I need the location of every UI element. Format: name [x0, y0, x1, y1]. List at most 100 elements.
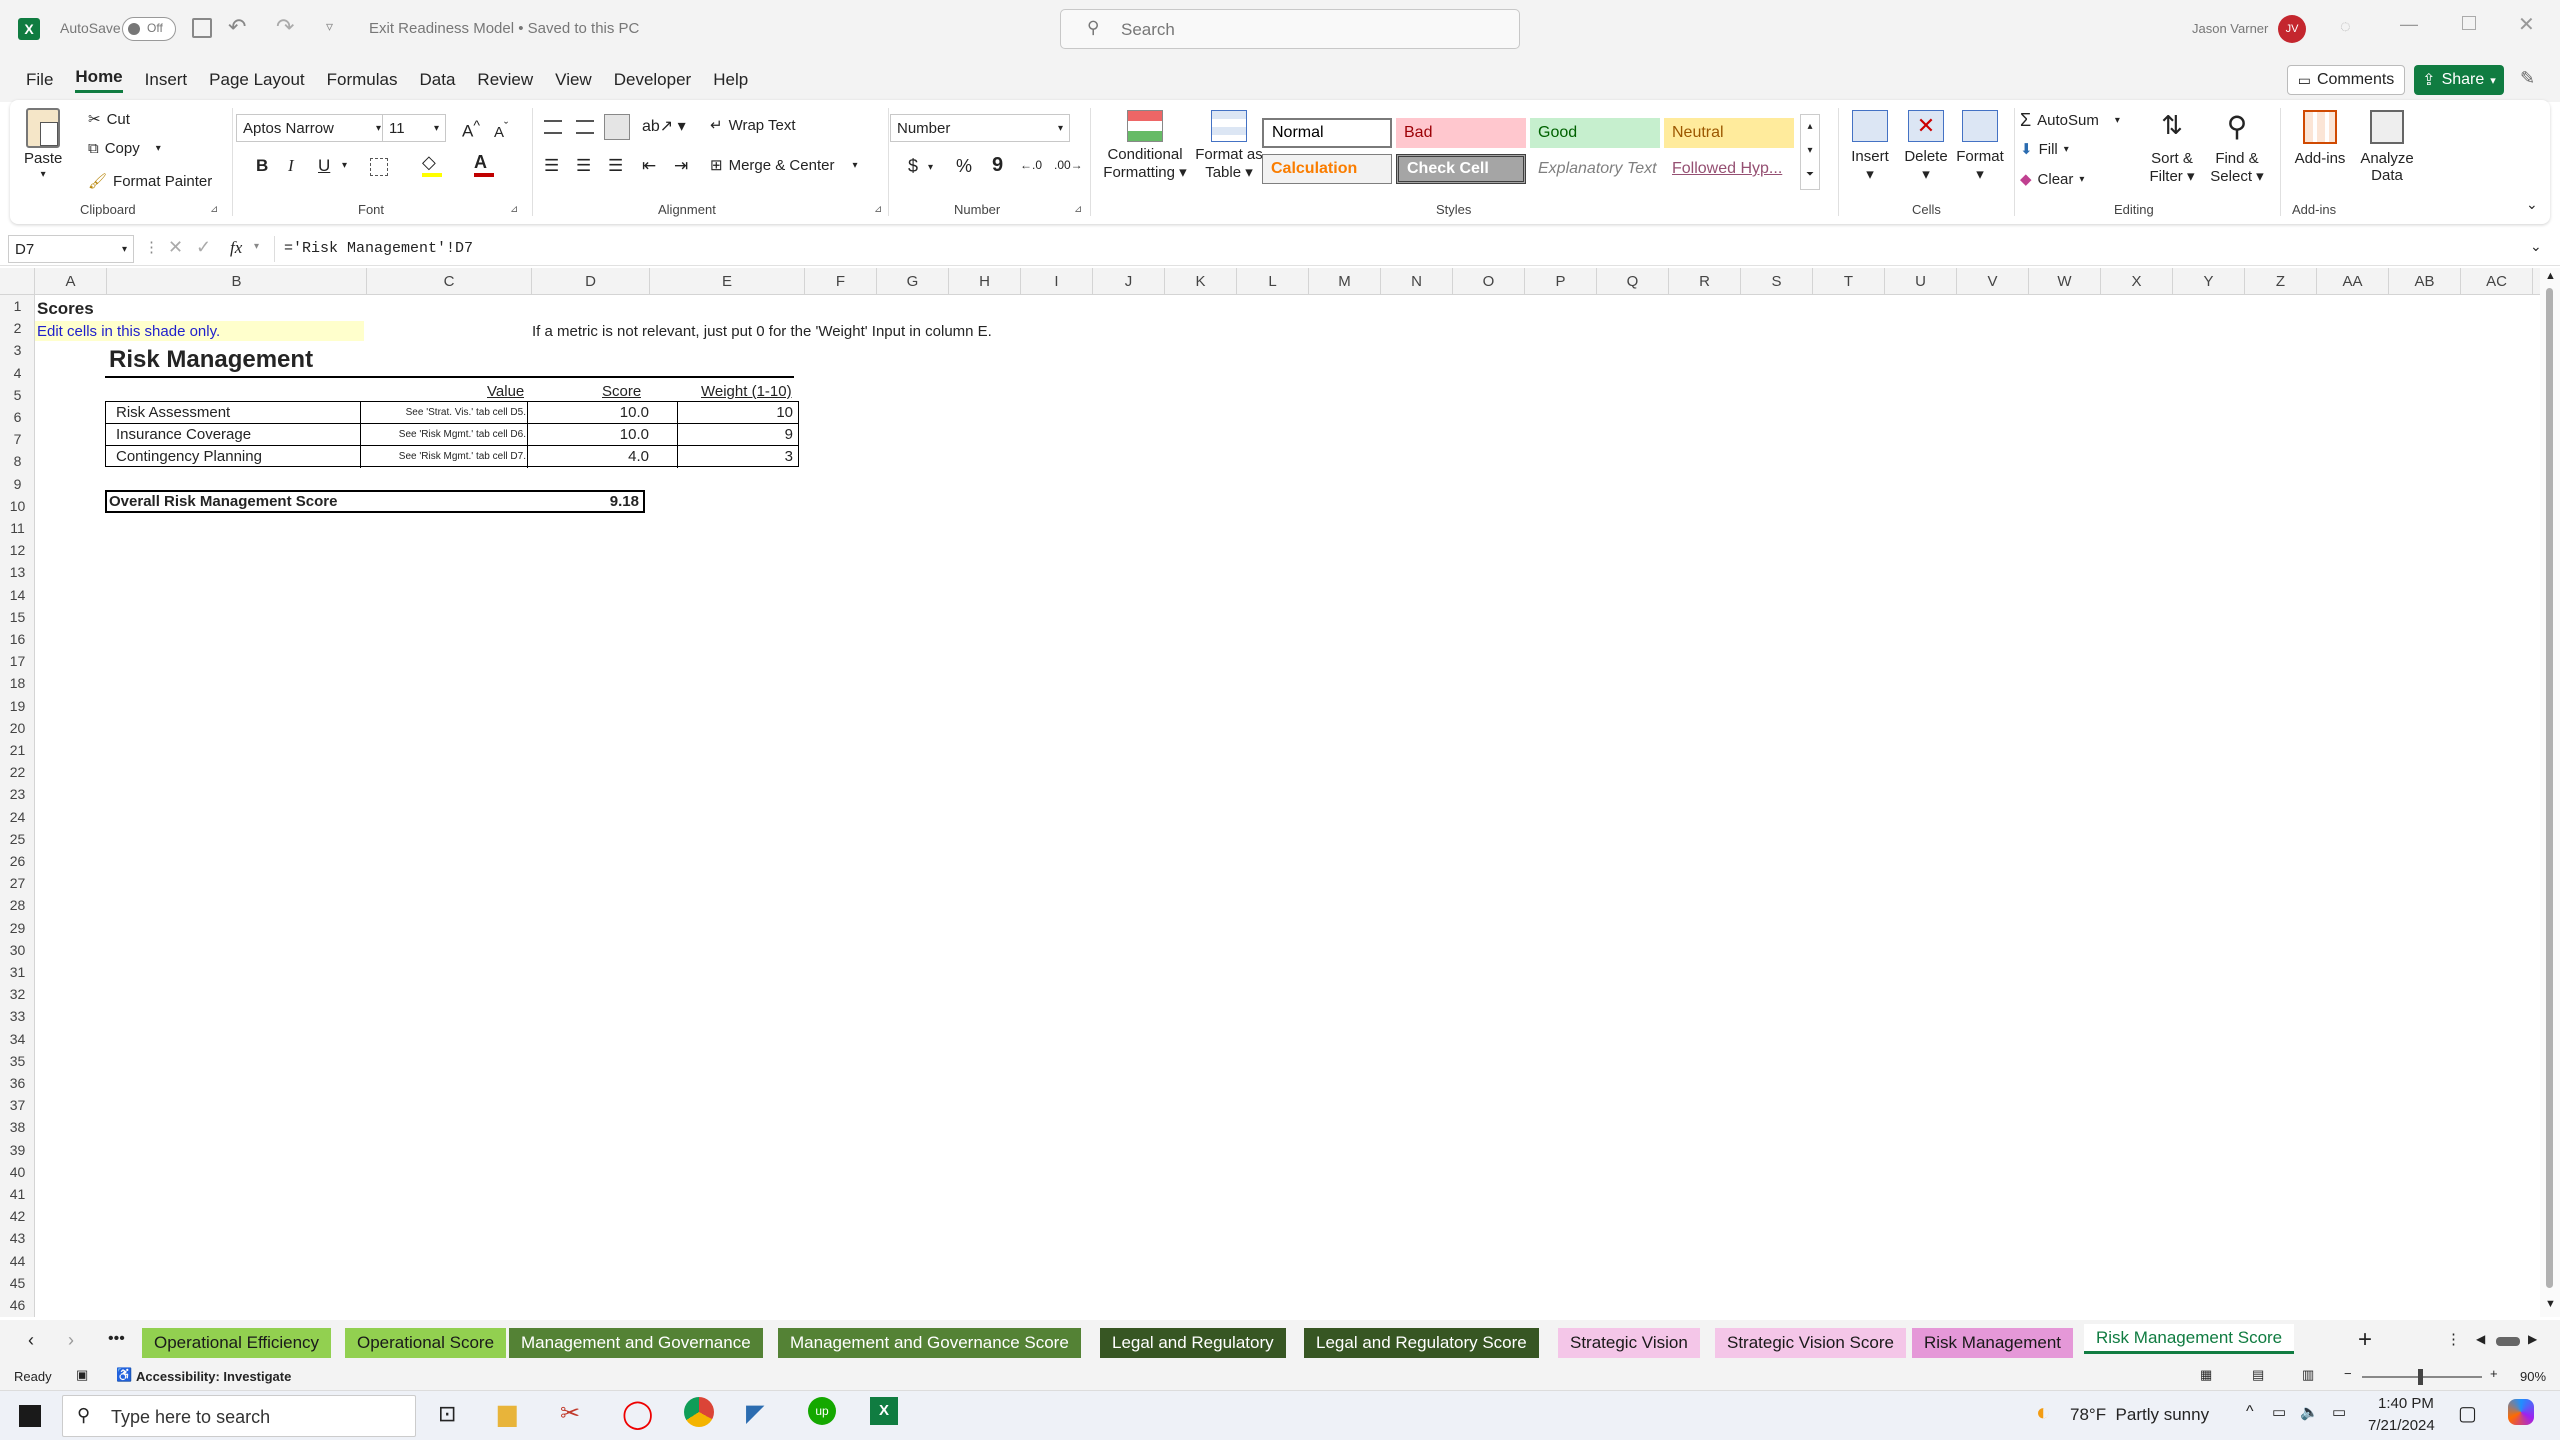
row-header[interactable]: 40 — [0, 1161, 35, 1183]
metric-score[interactable]: 10.0 — [531, 424, 651, 445]
dialog-launcher-icon[interactable]: ⊿ — [510, 204, 518, 215]
column-header-i[interactable]: I — [1021, 268, 1093, 295]
copilot-icon[interactable] — [2508, 1399, 2534, 1425]
conditional-formatting-button[interactable]: Conditional Formatting ▾ — [1100, 110, 1190, 181]
more-icon[interactable]: ⋮ — [144, 238, 159, 256]
autosave-toggle[interactable]: Off — [122, 17, 176, 41]
column-header-x[interactable]: X — [2101, 268, 2173, 295]
menu-help[interactable]: Help — [713, 70, 748, 90]
sheet-tab[interactable]: Management and Governance — [509, 1328, 763, 1358]
row-header[interactable]: 33 — [0, 1005, 35, 1027]
header-score[interactable]: Score — [602, 381, 641, 402]
more-icon[interactable]: ⋮ — [2446, 1330, 2461, 1348]
wrap-text-button[interactable]: ↵ Wrap Text — [710, 116, 796, 135]
collapse-ribbon-icon[interactable]: ⌄ — [2526, 196, 2538, 213]
column-header-m[interactable]: M — [1309, 268, 1381, 295]
redo-icon[interactable]: ↷ — [276, 14, 294, 40]
row-header[interactable]: 34 — [0, 1028, 35, 1050]
menu-file[interactable]: File — [26, 70, 53, 90]
metric-name[interactable]: Risk Assessment — [116, 402, 366, 423]
sheet-tab[interactable]: Operational Efficiency — [142, 1328, 332, 1358]
font-name-dropdown[interactable]: Aptos Narrow ▾ — [236, 114, 388, 142]
fill-button[interactable]: ⬇ Fill ▾ — [2020, 140, 2069, 159]
row-header[interactable]: 18 — [0, 672, 35, 694]
insert-cells-button[interactable]: Insert ▾ — [1842, 110, 1898, 183]
increase-indent-icon[interactable]: ⇥ — [674, 156, 688, 176]
row-header[interactable]: 7 — [0, 428, 35, 450]
document-title[interactable]: Exit Readiness Model • Saved to this PC — [369, 20, 639, 37]
row-header[interactable]: 19 — [0, 695, 35, 717]
column-header-o[interactable]: O — [1453, 268, 1525, 295]
column-header-l[interactable]: L — [1237, 268, 1309, 295]
snipping-tool-icon[interactable]: ✂ — [560, 1399, 580, 1428]
menu-page-layout[interactable]: Page Layout — [209, 70, 304, 90]
horizontal-scrollbar[interactable]: ◀ ▶ — [2476, 1332, 2546, 1348]
orientation-icon[interactable]: ab↗ ▾ — [642, 116, 686, 136]
header-value[interactable]: Value — [487, 381, 524, 402]
column-header-f[interactable]: F — [805, 268, 877, 295]
number-format-dropdown[interactable]: Number ▾ — [890, 114, 1070, 142]
comma-button[interactable]: 9 — [992, 154, 1003, 177]
undo-icon[interactable]: ↶ — [228, 14, 246, 40]
share-button[interactable]: ⇪ Share ▾ — [2414, 65, 2504, 95]
style-check-cell[interactable]: Check Cell — [1396, 154, 1526, 184]
decrease-font-icon[interactable]: Aˇ — [494, 120, 508, 141]
decrease-indent-icon[interactable]: ⇤ — [642, 156, 656, 176]
dialog-launcher-icon[interactable]: ⊿ — [874, 204, 882, 215]
row-header[interactable]: 45 — [0, 1272, 35, 1294]
column-header-u[interactable]: U — [1885, 268, 1957, 295]
column-header-s[interactable]: S — [1741, 268, 1813, 295]
chevron-down-icon[interactable]: ▾ — [342, 160, 347, 171]
currency-button[interactable]: $ — [908, 156, 918, 177]
row-header[interactable]: 32 — [0, 983, 35, 1005]
row-header[interactable]: 17 — [0, 650, 35, 672]
addins-button[interactable]: Add-ins — [2290, 110, 2350, 167]
row-header[interactable]: 23 — [0, 783, 35, 805]
row-header[interactable]: 27 — [0, 872, 35, 894]
styles-scroll[interactable]: ▴ ▾ ⏷ — [1800, 114, 1820, 190]
row-header[interactable]: 43 — [0, 1227, 35, 1249]
excel-logo-icon[interactable]: X — [18, 18, 40, 40]
metric-reference[interactable]: See 'Risk Mgmt.' tab cell D7. — [364, 446, 528, 467]
column-header-z[interactable]: Z — [2245, 268, 2317, 295]
zoom-slider[interactable] — [2362, 1369, 2482, 1385]
sheet-tab[interactable]: Strategic Vision Score — [1715, 1328, 1906, 1358]
display-icon[interactable]: ▭ — [2332, 1403, 2346, 1421]
accessibility-icon[interactable]: ♿ — [116, 1367, 132, 1383]
row-header[interactable]: 44 — [0, 1250, 35, 1272]
upwork-icon[interactable]: up — [808, 1397, 836, 1425]
style-neutral[interactable]: Neutral — [1664, 118, 1794, 148]
format-painter-button[interactable]: 🖌 Format Painter — [88, 172, 212, 191]
normal-view-icon[interactable]: ▦ — [2200, 1367, 2212, 1383]
row-header[interactable]: 24 — [0, 806, 35, 828]
analyze-data-button[interactable]: Analyze Data — [2354, 110, 2420, 184]
cut-button[interactable]: ✂ Cut — [88, 110, 130, 129]
metric-weight[interactable]: 3 — [661, 446, 795, 467]
add-sheet-icon[interactable]: + — [2358, 1326, 2372, 1354]
find-select-button[interactable]: ⚲ Find & Select ▾ — [2202, 110, 2272, 185]
tab-scroll-right-icon[interactable]: › — [68, 1330, 74, 1351]
column-header-r[interactable]: R — [1669, 268, 1741, 295]
name-box[interactable]: D7 ▾ — [8, 235, 134, 263]
row-header[interactable]: 39 — [0, 1139, 35, 1161]
metric-name[interactable]: Contingency Planning — [116, 446, 366, 467]
row-header[interactable]: 20 — [0, 717, 35, 739]
dialog-launcher-icon[interactable]: ⊿ — [210, 204, 218, 215]
autosum-button[interactable]: Σ AutoSum ▾ — [2020, 110, 2120, 131]
column-header-j[interactable]: J — [1093, 268, 1165, 295]
sheet-tab[interactable]: Risk Management — [1912, 1328, 2074, 1358]
sheet-tab[interactable]: Management and Governance Score — [778, 1328, 1081, 1358]
row-header[interactable]: 5 — [0, 384, 35, 406]
app-icon[interactable]: ◤ — [746, 1399, 764, 1428]
metric-reference[interactable]: See 'Strat. Vis.' tab cell D5. — [364, 402, 528, 423]
cell-a2[interactable]: Edit cells in this shade only. — [37, 321, 220, 342]
chevron-up-icon[interactable]: ^ — [2246, 1403, 2254, 1421]
column-header-aa[interactable]: AA — [2317, 268, 2389, 295]
align-bottom-icon[interactable] — [604, 114, 630, 140]
sheet-tab[interactable]: Operational Score — [345, 1328, 507, 1358]
column-header-t[interactable]: T — [1813, 268, 1885, 295]
row-header[interactable]: 46 — [0, 1294, 35, 1316]
page-layout-view-icon[interactable]: ▤ — [2252, 1367, 2264, 1383]
align-middle-icon[interactable] — [576, 120, 594, 134]
increase-decimal-icon[interactable]: ←.0 — [1020, 158, 1042, 172]
